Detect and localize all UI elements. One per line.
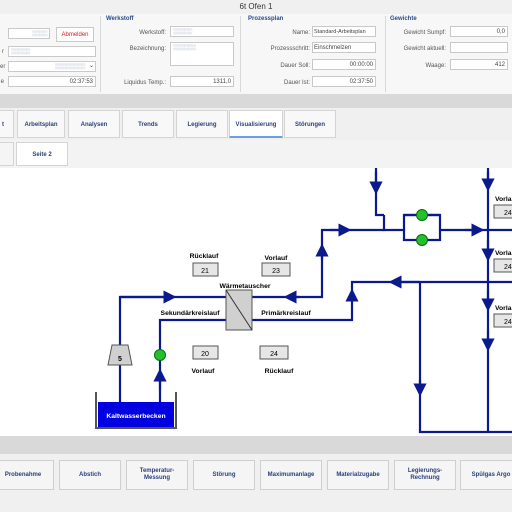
primaerkreislauf-label: Primärkreislauf (261, 310, 311, 317)
gewicht-aktuell-field (450, 42, 508, 53)
werkstoff-field: ▒▒▒▒▒ (170, 26, 234, 37)
shift-select[interactable]: ▒▒▒▒▒▒▒▒ (8, 61, 96, 72)
stoerung-button[interactable]: Störung (193, 460, 255, 490)
tab-visualisierung[interactable]: Visualisierung (229, 110, 283, 138)
probenahme-button[interactable]: Probenahme (0, 460, 54, 490)
prozessplan-title: Prozessplan (248, 16, 284, 22)
dauer-ist-field: 02:37:50 (312, 76, 376, 87)
lower-divider-strip (0, 436, 512, 454)
pump-label: 5 (118, 356, 122, 363)
tab-legierung[interactable]: Legierung (176, 110, 228, 138)
name-label: Name: (292, 30, 310, 36)
window-title: 6t Ofen 1 (239, 2, 273, 11)
left-label-3: er (0, 64, 6, 70)
valve-icon[interactable] (416, 234, 428, 246)
tab-partial[interactable]: t (0, 110, 14, 138)
header-divider-strip (0, 94, 512, 108)
dauer-soll-field: 00:00:00 (312, 59, 376, 70)
maximumanlage-button[interactable]: Maximumanlage (260, 460, 322, 490)
subtab-seite-1[interactable] (0, 142, 14, 166)
tab-trends[interactable]: Trends (122, 110, 174, 138)
valve-icon[interactable] (416, 209, 428, 221)
dauer-ist-label: Dauer Ist: (283, 80, 310, 86)
chevron-down-icon[interactable]: ⌄ (89, 62, 94, 69)
legierungs-rechnung-button[interactable]: Legierungs- Rechnung (394, 460, 456, 490)
bezeichnung-label: Bezeichnung: (129, 46, 166, 52)
header-divider (240, 16, 241, 92)
werkstoff-title: Werkstoff (106, 16, 134, 22)
liquidus-field: 1311,0 (170, 76, 234, 87)
prozessschritt-label: Prozessschritt: (270, 46, 310, 52)
abstich-button[interactable]: Abstich (59, 460, 121, 490)
time-field: 02:37:53 (8, 76, 96, 87)
waage-field: 412 (450, 59, 508, 70)
temperatur-messung-button[interactable]: Temperatur- Messung (126, 460, 188, 490)
cooling-circuit-diagram: 5 Kaltwasserbecken Rücklauf 21 Vorlauf 2… (95, 168, 512, 434)
header-divider (100, 16, 101, 92)
ruecklauf-top-value: 21 (201, 268, 209, 275)
dauer-soll-label: Dauer Soll: (280, 63, 310, 69)
waermetauscher-label: Wärmetauscher (220, 283, 271, 290)
tab-stoerungen[interactable]: Störungen (284, 110, 336, 138)
visualization-canvas: 5 Kaltwasserbecken Rücklauf 21 Vorlauf 2… (0, 168, 512, 436)
gewicht-aktuell-label: Gewicht aktuell: (403, 46, 446, 52)
header-divider (385, 16, 386, 92)
vorlauf-right-label: Vorla (495, 250, 512, 257)
spuelgas-argon-button[interactable]: Spülgas Argo (460, 460, 512, 490)
pipe-feed (374, 168, 384, 217)
name-field: Standard-Arbeitsplan (312, 26, 376, 37)
liquidus-label: Liquidus Temp.: (124, 80, 166, 86)
tab-arbeitsplan[interactable]: Arbeitsplan (17, 110, 65, 138)
left-field-2: ▒▒▒▒▒ (8, 46, 96, 57)
werkstoff-label: Werkstoff: (139, 30, 166, 36)
valve-icon[interactable] (154, 349, 166, 361)
user-field: ▒▒▒▒ (8, 28, 50, 39)
ruecklauf-bottom-value: 24 (270, 351, 278, 358)
vorlauf-right-label: Vorla (495, 196, 512, 203)
gewichte-title: Gewichte (390, 16, 417, 22)
vorlauf-right-value: 24 (504, 210, 512, 217)
title-bar: 6t Ofen 1 (0, 0, 512, 14)
left-label-2: r (2, 49, 4, 55)
prozessschritt-field: Einschmelzen (312, 42, 376, 53)
bezeichnung-field: ▒▒▒▒▒▒ (170, 42, 234, 66)
vorlauf-right-value: 24 (504, 264, 512, 271)
waage-label: Waage: (425, 63, 446, 69)
tab-analysen[interactable]: Analysen (68, 110, 120, 138)
vorlauf-right-label: Vorla (495, 305, 512, 312)
vorlauf-right-value: 24 (504, 319, 512, 326)
abmelden-button[interactable]: Abmelden (56, 27, 94, 42)
subtab-seite-2[interactable]: Seite 2 (16, 142, 68, 166)
gewicht-sumpf-field: 0,0 (450, 26, 508, 37)
gewicht-sumpf-label: Gewicht Sumpf: (403, 30, 446, 36)
ruecklauf-top-label: Rücklauf (190, 253, 219, 260)
vorlauf-bottom-value: 20 (201, 351, 209, 358)
vorlauf-top-label: Vorlauf (265, 255, 289, 262)
vorlauf-bottom-label: Vorlauf (192, 368, 216, 375)
tank-label: Kaltwasserbecken (106, 413, 165, 420)
sekundaerkreislauf-label: Sekundärkreislauf (161, 310, 221, 317)
left-label-4: e (0, 79, 4, 85)
subtab-bar (0, 140, 512, 169)
vorlauf-top-value: 23 (272, 268, 280, 275)
ruecklauf-bottom-label: Rücklauf (265, 368, 294, 375)
materialzugabe-button[interactable]: Materialzugabe (327, 460, 389, 490)
